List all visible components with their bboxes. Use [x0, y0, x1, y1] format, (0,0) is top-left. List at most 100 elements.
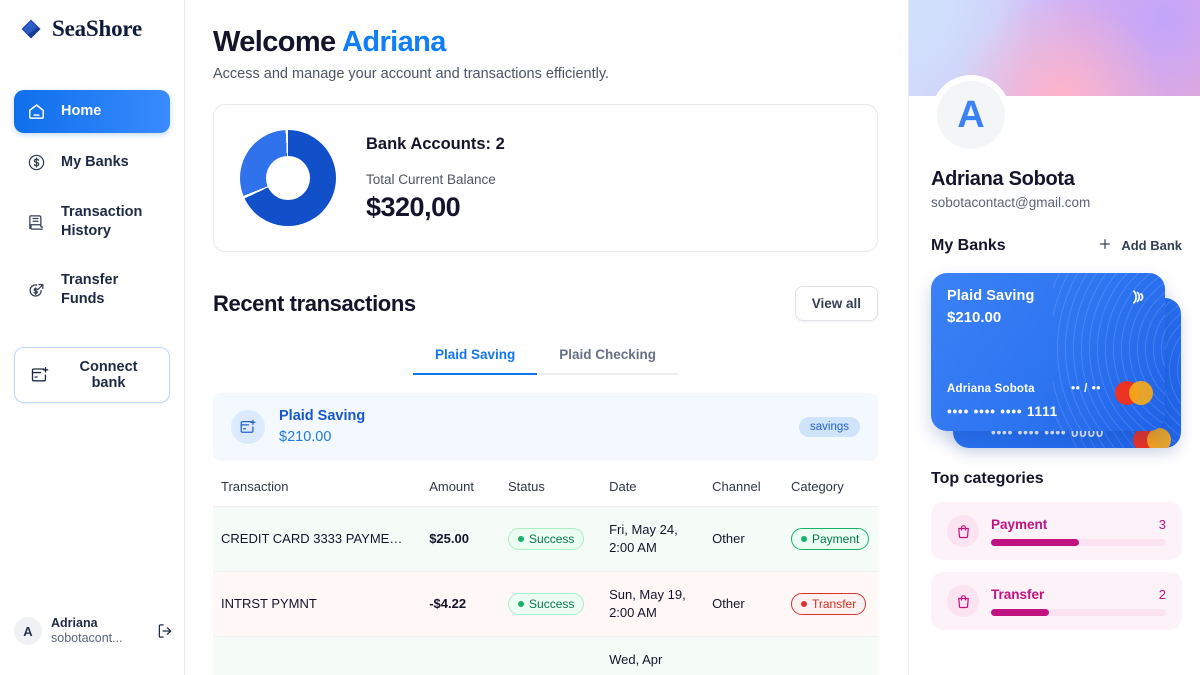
cell-category: Payment	[782, 506, 878, 572]
table-row[interactable]: INTRST PYMNT -$4.22 Success Sun, May 19,…	[213, 571, 878, 637]
bank-card-expiry: •• / ••	[1071, 383, 1101, 395]
welcome-prefix: Welcome	[213, 26, 336, 58]
cell-date: Wed, Apr	[601, 636, 705, 675]
sidebar-user-email: sobotacont...	[51, 631, 123, 646]
sidebar-nav: Home My Banks Transaction History Transf…	[14, 90, 170, 403]
card-plus-icon	[29, 364, 50, 385]
sidebar-user-info: Adriana sobotacont...	[51, 616, 147, 647]
my-banks-header: My Banks Add Bank	[909, 236, 1200, 255]
cell-channel	[704, 636, 783, 675]
brand-name: SeaShore	[52, 16, 142, 41]
bank-accounts-count: Bank Accounts: 2	[366, 135, 505, 153]
category-progress-fill	[991, 608, 1049, 616]
card-plus-icon	[231, 410, 265, 444]
bag-icon	[947, 515, 979, 547]
cell-transaction: INTRST PYMNT	[213, 571, 422, 637]
right-sidebar: A Adriana Sobota sobotacontact@gmail.com…	[908, 0, 1200, 675]
welcome-user-name: Adriana	[341, 26, 446, 58]
sidebar: SeaShore Home My Banks Transaction Histo…	[0, 0, 185, 675]
add-bank-button[interactable]: Add Bank	[1097, 236, 1182, 255]
bank-card-primary[interactable]: Plaid Saving $210.00 Adriana Sobota •• /…	[931, 273, 1165, 431]
category-card-transfer[interactable]: Transfer 2	[931, 572, 1182, 630]
selected-account-name: Plaid Saving	[279, 407, 366, 424]
transactions-table: Transaction Amount Status Date Channel C…	[213, 467, 878, 675]
add-bank-label: Add Bank	[1121, 238, 1182, 253]
column-header-status: Status	[500, 467, 602, 507]
sidebar-item-my-banks[interactable]: My Banks	[14, 141, 170, 184]
my-banks-title: My Banks	[931, 236, 1006, 254]
connect-bank-button[interactable]: Connect bank	[14, 346, 170, 403]
logout-icon[interactable]	[156, 622, 174, 640]
category-row: Payment 3	[991, 517, 1166, 532]
connect-bank-label: Connect bank	[79, 358, 138, 391]
dollar-circle-icon	[26, 152, 47, 173]
tab-plaid-saving[interactable]: Plaid Saving	[412, 339, 538, 375]
total-balance-amount: $320,00	[366, 192, 461, 222]
sidebar-item-home[interactable]: Home	[14, 90, 170, 133]
mastercard-icon	[1133, 428, 1171, 448]
status-badge: savings	[799, 417, 860, 437]
bank-card-name: Plaid Saving	[947, 288, 1035, 304]
total-balance-card: Bank Accounts: 2 Total Current Balance $…	[213, 104, 878, 252]
transfer-dollar-icon	[26, 280, 47, 301]
brand[interactable]: SeaShore	[14, 14, 170, 42]
bag-icon	[947, 585, 979, 617]
avatar: A	[931, 75, 1011, 155]
avatar: A	[14, 617, 42, 646]
column-header-date: Date	[601, 467, 705, 507]
sidebar-item-label: Transaction History	[61, 204, 143, 240]
table-row[interactable]: CREDIT CARD 3333 PAYME… $25.00 Success F…	[213, 506, 878, 572]
sidebar-user-name: Adriana	[51, 615, 98, 630]
dashboard-page: SeaShore Home My Banks Transaction Histo…	[0, 0, 1200, 675]
table-header-row: Transaction Amount Status Date Channel C…	[213, 467, 878, 507]
transactions-table-body: CREDIT CARD 3333 PAYME… $25.00 Success F…	[213, 506, 878, 675]
table-row[interactable]: Wed, Apr	[213, 636, 878, 675]
sidebar-item-label: My Banks	[61, 153, 129, 170]
column-header-channel: Channel	[704, 467, 783, 507]
cell-date: Fri, May 24, 2:00 AM	[601, 506, 705, 572]
home-icon	[26, 101, 47, 122]
category-card-payment[interactable]: Payment 3	[931, 502, 1182, 560]
category-name: Payment	[991, 516, 1048, 532]
main-content: Welcome Adriana Access and manage your a…	[185, 0, 908, 675]
cell-transaction: CREDIT CARD 3333 PAYME…	[213, 506, 422, 572]
tab-plaid-checking[interactable]: Plaid Checking	[537, 339, 679, 375]
profile-email: sobotacontact@gmail.com	[931, 195, 1091, 210]
category-body: Payment 3	[991, 517, 1166, 546]
category-row: Transfer 2	[991, 587, 1166, 602]
cell-date: Sun, May 19, 2:00 AM	[601, 571, 705, 637]
status-badge: Success	[508, 592, 585, 615]
cell-status	[500, 636, 602, 675]
column-header-amount: Amount	[421, 467, 501, 507]
category-count: 3	[1158, 516, 1166, 532]
cell-amount: $25.00	[421, 506, 501, 572]
cell-transaction	[213, 636, 422, 675]
category-count: 2	[1158, 586, 1166, 602]
category-badge: Transfer	[790, 592, 867, 615]
recent-transactions-header: Recent transactions View all	[213, 286, 878, 321]
cell-amount	[421, 636, 501, 675]
selected-account-banner: Plaid Saving $210.00 savings	[213, 393, 878, 461]
category-progress-track	[991, 538, 1166, 546]
status-label: Success	[529, 596, 575, 611]
cell-category	[782, 636, 878, 675]
status-dot-icon	[518, 600, 525, 607]
bank-card-number: •••• •••• •••• 1111	[947, 404, 1058, 419]
category-label: Payment	[811, 531, 860, 546]
sidebar-item-transfer-funds[interactable]: Transfer Funds	[14, 260, 170, 320]
balance-info: Bank Accounts: 2 Total Current Balance $…	[366, 133, 505, 223]
category-dot-icon	[800, 600, 807, 607]
cell-category: Transfer	[782, 571, 878, 637]
status-label: Success	[529, 531, 575, 546]
recent-transactions-title: Recent transactions	[213, 290, 416, 316]
transactions-table-head: Transaction Amount Status Date Channel C…	[213, 467, 878, 507]
category-dot-icon	[800, 535, 807, 542]
total-balance-label: Total Current Balance	[366, 172, 496, 187]
profile-name: Adriana Sobota	[931, 168, 1075, 190]
sidebar-item-transaction-history[interactable]: Transaction History	[14, 192, 170, 252]
view-all-button[interactable]: View all	[794, 286, 878, 321]
receipt-icon	[26, 212, 47, 233]
selected-account-balance: $210.00	[279, 429, 332, 445]
bank-card-balance: $210.00	[947, 309, 1002, 326]
top-categories-list: Payment 3 Transfer 2	[931, 502, 1182, 630]
